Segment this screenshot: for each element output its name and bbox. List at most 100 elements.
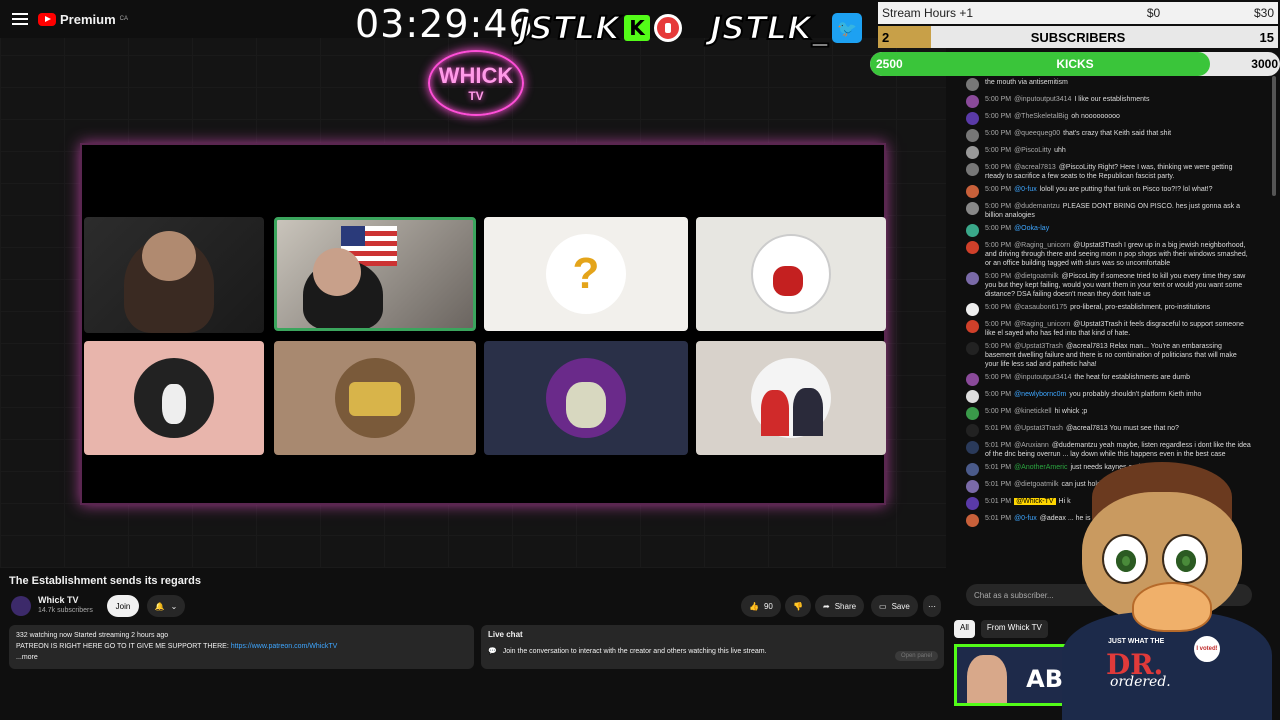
chat-message[interactable]: 5:00 PM @Ooka-lay <box>954 222 1272 239</box>
channel-subscribers: 14.7k subscribers <box>38 607 93 614</box>
chat-message[interactable]: 5:00 PM @newlybornc0m you probably shouldn… <box>954 388 1272 405</box>
chat-message-body: 5:00 PM @inputoutput3414 the heat for esta… <box>985 373 1272 386</box>
chat-avatar[interactable] <box>966 129 979 142</box>
chat-message[interactable]: 5:00 PM @queequeg00 that's crazy that Keit… <box>954 127 1272 144</box>
chat-author[interactable]: @AnotherAmeric <box>1014 464 1067 471</box>
chat-avatar[interactable] <box>966 342 979 355</box>
chat-avatar[interactable] <box>966 112 979 125</box>
chat-author[interactable]: @queequeg00 <box>1014 130 1060 137</box>
save-button[interactable]: ▭ Save <box>871 595 918 617</box>
description-box[interactable]: 332 watching now Started streaming 2 hou… <box>9 625 474 669</box>
chat-author[interactable]: @Upstat3Trash <box>1014 343 1063 350</box>
chat-author[interactable]: @acreal7813 <box>1014 164 1056 171</box>
chat-avatar[interactable] <box>966 390 979 403</box>
chat-message[interactable]: 5:01 PM @Aruxiann @dudemantzu yeah maybe, … <box>954 439 1272 461</box>
chat-time: 5:00 PM <box>985 391 1012 398</box>
chat-avatar[interactable] <box>966 241 979 254</box>
chat-message-body: 5:01 PM @Upstat3Trash @acreal7813 You must… <box>985 424 1272 437</box>
chat-author[interactable]: @dietgoatmilk <box>1014 481 1058 488</box>
chat-author[interactable]: @dudemantzu <box>1014 203 1060 210</box>
related-video-thumbnail[interactable]: AB <box>954 644 1070 706</box>
patreon-link[interactable]: https://www.patreon.com/WhickTV <box>231 643 338 650</box>
chat-avatar[interactable] <box>966 514 979 527</box>
chat-author[interactable]: @casaubon6175 <box>1014 304 1067 311</box>
join-button[interactable]: Join <box>107 595 139 617</box>
chat-avatar[interactable] <box>966 424 979 437</box>
chat-message[interactable]: the mouth via antisemitism <box>954 76 1272 93</box>
more-actions-button[interactable]: ⋯ <box>923 595 941 617</box>
chat-message[interactable]: 5:00 PM @casaubon6175 pro-liberal, pro-est… <box>954 301 1272 318</box>
chat-author[interactable]: @Ooka-lay <box>1014 225 1049 232</box>
description-more[interactable]: ...more <box>16 652 467 663</box>
chat-author[interactable]: @Aruxiann <box>1014 442 1049 449</box>
chat-author[interactable]: @Upstat3Trash <box>1014 425 1063 432</box>
chat-message[interactable]: 5:00 PM @dietgoatmilk @PiscoLitty if someo… <box>954 270 1272 301</box>
chat-message[interactable]: 5:00 PM @kinetickell hi whick ;p <box>954 405 1272 422</box>
chat-author[interactable]: @newlybornc0m <box>1014 391 1066 398</box>
chat-author[interactable]: @inputoutput3414 <box>1014 374 1071 381</box>
chat-author[interactable]: @inputoutput3414 <box>1014 96 1071 103</box>
chat-avatar[interactable] <box>966 373 979 386</box>
chat-author[interactable]: @TheSkeletalBig <box>1014 113 1068 120</box>
bird-mascot-overlay: JUST WHAT THE DR. ordered. I voted! <box>1062 462 1272 720</box>
chat-author[interactable]: @0-fux <box>1014 515 1037 522</box>
thumbnail-text: AB <box>1026 665 1063 693</box>
chat-author[interactable]: @Raging_unicorn <box>1014 321 1070 328</box>
chat-avatar[interactable] <box>966 320 979 333</box>
chat-avatar[interactable] <box>966 95 979 108</box>
chat-message[interactable]: 5:00 PM @inputoutput3414 the heat for esta… <box>954 371 1272 388</box>
chat-message[interactable]: 5:00 PM @Raging_unicorn @Upstat3Trash it f… <box>954 318 1272 340</box>
chat-scrollbar[interactable] <box>1272 76 1276 196</box>
chat-message[interactable]: 5:00 PM @Raging_unicorn @Upstat3Trash I gr… <box>954 239 1272 270</box>
chat-avatar[interactable] <box>966 146 979 159</box>
chat-avatar[interactable] <box>966 441 979 454</box>
polar-bear-icon <box>751 234 831 314</box>
share-button[interactable]: ➦ Share <box>815 595 865 617</box>
guest-avatar-polar-bear <box>696 217 886 331</box>
subs-label: SUBSCRIBERS <box>1030 29 1126 45</box>
chat-message[interactable]: 5:00 PM @PiscoLitty uhh <box>954 144 1272 161</box>
brand-left-text: JSTLK <box>517 8 621 48</box>
chat-avatar[interactable] <box>966 407 979 420</box>
chat-author[interactable]: @Raging_unicorn <box>1014 242 1070 249</box>
chat-avatar[interactable] <box>966 497 979 510</box>
chat-message[interactable]: 5:00 PM @0-fux lololl you are putting that… <box>954 183 1272 200</box>
chip-from-whick[interactable]: From Whick TV <box>980 620 1048 638</box>
chat-message[interactable]: 5:00 PM @Upstat3Trash @acreal7813 Relax ma… <box>954 340 1272 371</box>
chat-avatar[interactable] <box>966 480 979 493</box>
chat-message[interactable]: 5:00 PM @TheSkeletalBig oh nooooooooo <box>954 110 1272 127</box>
chat-avatar[interactable] <box>966 163 979 176</box>
chat-text: uhh <box>1054 147 1066 154</box>
chat-avatar[interactable] <box>966 463 979 476</box>
chat-message[interactable]: 5:00 PM @acreal7813 @PiscoLitty Right? Her… <box>954 161 1272 183</box>
open-panel-button[interactable]: Open panel <box>894 651 938 661</box>
chat-author[interactable]: @dietgoatmilk <box>1014 273 1058 280</box>
like-button[interactable]: 👍 90 <box>741 595 781 617</box>
notifications-button[interactable]: 🔔 ⌄ <box>147 595 185 617</box>
chat-avatar[interactable] <box>966 224 979 237</box>
video-player[interactable]: WHICK TV ? <box>0 38 946 568</box>
chat-author[interactable]: @0-fux <box>1014 186 1037 193</box>
chat-author[interactable]: @Whick-TV <box>1014 498 1056 505</box>
channel-name[interactable]: Whick TV <box>38 595 79 605</box>
chat-message[interactable]: 5:01 PM @Upstat3Trash @acreal7813 You must… <box>954 422 1272 439</box>
dislike-button[interactable]: 👎 <box>785 595 811 617</box>
chat-message[interactable]: 5:00 PM @dudemantzu PLEASE DONT BRING ON P… <box>954 200 1272 222</box>
chat-message-body: 5:00 PM @PiscoLitty uhh <box>985 146 1272 159</box>
chat-avatar[interactable] <box>966 202 979 215</box>
chat-avatar[interactable] <box>966 185 979 198</box>
chat-author[interactable]: @kinetickell <box>1014 408 1051 415</box>
youtube-logo[interactable]: Premium CA <box>38 12 128 27</box>
chat-author[interactable]: @PiscoLitty <box>1014 147 1051 154</box>
channel-avatar[interactable] <box>11 596 31 616</box>
thumbs-down-icon: 👎 <box>793 601 803 611</box>
chat-message-body: 5:00 PM @casaubon6175 pro-liberal, pro-est… <box>985 303 1272 316</box>
chat-avatar[interactable] <box>966 78 979 91</box>
menu-icon[interactable] <box>12 13 28 25</box>
chat-avatar[interactable] <box>966 303 979 316</box>
chat-message[interactable]: 5:00 PM @inputoutput3414 I like our establ… <box>954 93 1272 110</box>
chat-avatar[interactable] <box>966 272 979 285</box>
webcam-tile-guest <box>274 217 476 331</box>
chip-all[interactable]: All <box>954 620 975 638</box>
chat-time: 5:00 PM <box>985 343 1012 350</box>
